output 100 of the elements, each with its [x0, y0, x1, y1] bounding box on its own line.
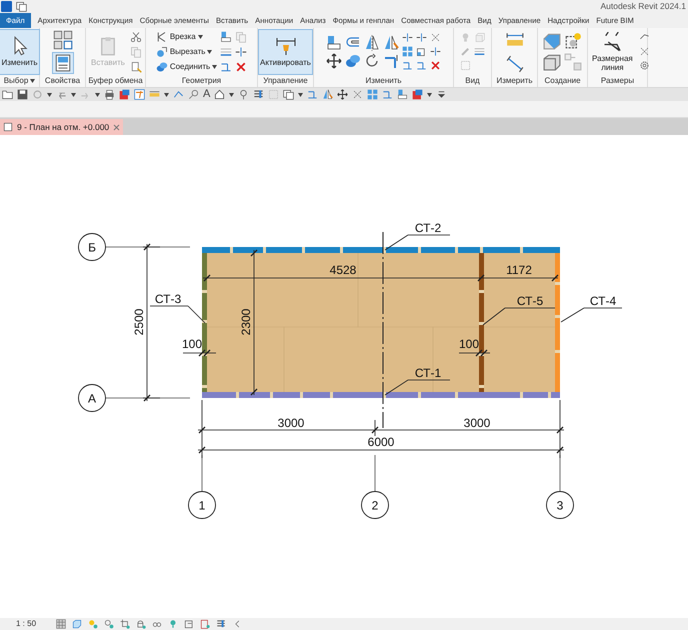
caret-icon[interactable] [427, 92, 432, 96]
grid-label: 3 [556, 498, 564, 512]
dimension-value: 2500 [132, 308, 146, 336]
join-icon [156, 60, 168, 72]
dimension-value: 100 [458, 337, 480, 351]
wall-tag: СТ-2 [414, 221, 442, 235]
panel-label: Буфер обмена [88, 75, 143, 87]
dimension-value: 1172 [506, 263, 532, 277]
line-icon[interactable] [173, 89, 184, 100]
lock-icon[interactable] [136, 619, 146, 629]
grid-bubble [361, 491, 389, 519]
delete-icon[interactable] [235, 60, 248, 72]
panel-label: Выбор [4, 75, 28, 87]
tool-button[interactable]: Врезка [156, 30, 218, 42]
part-icon[interactable] [564, 32, 582, 50]
align-icon[interactable] [382, 89, 394, 100]
ruler-icon[interactable] [506, 30, 524, 48]
delete-icon[interactable] [430, 60, 441, 71]
shadow-icon[interactable] [104, 619, 114, 629]
export-icon[interactable] [412, 89, 424, 100]
dimension-icon [602, 32, 622, 52]
caret-icon[interactable] [212, 64, 218, 68]
document-tab[interactable]: 9 - План на отм. +0.000 [0, 119, 124, 135]
align-icon[interactable] [307, 89, 318, 100]
section-icon[interactable] [238, 89, 250, 100]
panel-label: Изменить [365, 75, 402, 87]
grid-bubble [78, 384, 106, 412]
align-icon[interactable] [326, 34, 342, 50]
caret-icon[interactable] [95, 92, 100, 96]
caret-icon[interactable] [164, 92, 169, 96]
caret-icon[interactable] [47, 92, 52, 96]
building-icon[interactable] [200, 619, 210, 629]
join-icon[interactable] [345, 52, 361, 68]
align-icon[interactable] [220, 60, 232, 72]
grid-bubble [188, 491, 216, 519]
trim-icon[interactable] [383, 52, 399, 68]
move-icon[interactable] [326, 52, 342, 68]
leader-line [384, 380, 450, 396]
caret-icon[interactable] [298, 92, 304, 96]
leader-line [384, 234, 450, 250]
list-icon[interactable] [253, 89, 264, 100]
gear-icon[interactable] [638, 60, 650, 71]
grid-label: 2 [372, 498, 378, 512]
view-scale[interactable]: 1 : 50 [0, 618, 50, 630]
list-icon[interactable] [216, 619, 226, 629]
crop-icon[interactable] [120, 619, 130, 629]
more-icon[interactable] [436, 89, 448, 100]
scale-icon[interactable] [416, 46, 427, 57]
split-icon[interactable] [430, 46, 441, 57]
linework-icon[interactable] [474, 46, 485, 57]
windows-icon[interactable] [16, 1, 27, 12]
mirror-icon[interactable] [383, 34, 399, 50]
caret-icon[interactable] [198, 34, 203, 38]
text-tool-button[interactable]: A [203, 89, 210, 100]
mirror-icon[interactable] [322, 89, 334, 100]
tool-button[interactable]: Изменить [0, 28, 40, 74]
tool-button[interactable]: Размерная линия [589, 28, 636, 74]
dimension-value: 3000 [464, 416, 490, 430]
caret-icon[interactable] [207, 50, 212, 54]
tool-button[interactable]: Вырезать [156, 46, 218, 58]
align-icon[interactable] [397, 89, 408, 100]
thin-lines-icon[interactable] [134, 89, 145, 100]
grid-bubble [78, 233, 106, 261]
pin-icon [274, 36, 296, 56]
caret-icon[interactable] [71, 92, 76, 96]
move-icon[interactable] [337, 89, 348, 100]
tool-button[interactable]: Активировать [258, 28, 313, 74]
align-icon[interactable] [220, 30, 232, 42]
dimension-icon[interactable] [506, 54, 524, 72]
scissors-icon[interactable] [130, 30, 142, 42]
leader-line [560, 308, 622, 322]
save-icon[interactable] [17, 89, 28, 100]
document-icon [3, 122, 13, 132]
rotate-icon[interactable] [364, 52, 380, 68]
split-icon[interactable] [235, 46, 248, 58]
close-icon[interactable] [113, 124, 120, 130]
caret-icon[interactable] [30, 79, 36, 83]
dimension-line [182, 350, 216, 356]
reveal-icon[interactable] [184, 619, 194, 629]
printer-icon[interactable] [104, 89, 115, 100]
dimension-value: 4528 [330, 263, 356, 277]
caret-icon[interactable] [229, 92, 234, 96]
brush-icon[interactable] [130, 60, 142, 72]
windows-icon[interactable] [283, 89, 294, 100]
linework-icon[interactable] [220, 46, 232, 58]
tool-button[interactable]: Соединить [156, 60, 218, 72]
split-icon[interactable] [402, 32, 413, 43]
detail-level-icon[interactable] [56, 619, 66, 629]
properties-button[interactable] [52, 52, 74, 74]
cut-icon [156, 46, 168, 58]
mirror-icon[interactable] [364, 34, 380, 50]
dimension-line [458, 350, 490, 356]
wall-tag: СТ-5 [516, 294, 544, 308]
tag-icon[interactable] [188, 89, 199, 100]
slab-icon[interactable] [543, 53, 561, 71]
split-icon[interactable] [416, 32, 427, 43]
align-icon[interactable] [416, 60, 427, 71]
align-icon[interactable] [402, 60, 413, 71]
export-icon[interactable] [119, 89, 130, 100]
grid-icon[interactable] [52, 30, 72, 50]
